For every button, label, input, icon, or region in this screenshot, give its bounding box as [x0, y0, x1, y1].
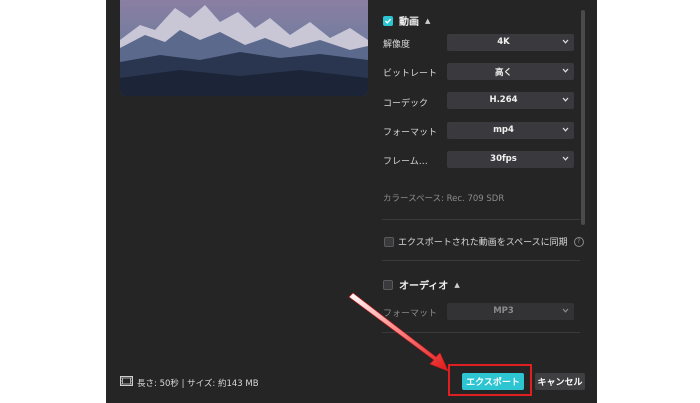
chevron-down-icon — [562, 307, 569, 317]
divider — [382, 219, 580, 220]
chevron-down-icon — [562, 96, 569, 106]
collapse-caret-icon[interactable]: ▲ — [454, 281, 459, 289]
cancel-button[interactable]: キャンセル — [535, 373, 585, 390]
audio-section-title: オーディオ — [399, 281, 449, 292]
resolution-select[interactable]: 4K — [447, 34, 574, 51]
framerate-select[interactable]: 30fps — [447, 151, 574, 168]
video-section-title: 動画 — [399, 17, 419, 28]
chevron-down-icon — [562, 38, 569, 48]
export-dialog — [106, 0, 597, 403]
audio-format-label: フォーマット — [383, 309, 438, 319]
audio-format-select: MP3 — [447, 303, 574, 320]
help-icon[interactable]: ? — [573, 236, 584, 247]
sync-option-label: エクスポートされた動画をスペースに同期 — [398, 238, 568, 248]
bitrate-select[interactable]: 高く — [447, 63, 574, 80]
codec-label: コーデック — [383, 99, 429, 109]
resolution-label: 解像度 — [383, 40, 411, 50]
export-info: 長さ: 50秒 | サイズ: 約143 MB — [120, 376, 259, 389]
export-button[interactable]: エクスポート — [462, 373, 524, 390]
film-icon — [120, 376, 133, 389]
video-section-header[interactable]: 動画 ▲ — [383, 13, 430, 28]
bitrate-label: ビットレート — [383, 69, 438, 79]
video-preview-thumbnail — [120, 0, 368, 96]
chevron-down-icon — [562, 126, 569, 136]
chevron-down-icon — [562, 155, 569, 165]
settings-scrollbar[interactable] — [581, 10, 585, 225]
divider — [382, 260, 580, 261]
audio-section-header[interactable]: オーディオ ▲ — [383, 277, 460, 292]
format-label: フォーマット — [383, 128, 438, 138]
framerate-label: フレーム… — [383, 157, 428, 167]
audio-checkbox[interactable] — [383, 279, 393, 290]
chevron-down-icon — [562, 67, 569, 77]
codec-select[interactable]: H.264 — [447, 92, 574, 109]
format-select[interactable]: mp4 — [447, 122, 574, 139]
collapse-caret-icon[interactable]: ▲ — [425, 17, 430, 25]
video-checkbox[interactable] — [383, 15, 393, 26]
duration-size-text: 長さ: 50秒 | サイズ: 約143 MB — [137, 378, 259, 389]
sync-option-row[interactable]: エクスポートされた動画をスペースに同期 ? — [384, 235, 584, 248]
color-space-info: カラースペース: Rec. 709 SDR — [383, 194, 505, 204]
sync-checkbox[interactable] — [384, 236, 394, 247]
divider — [382, 332, 580, 333]
